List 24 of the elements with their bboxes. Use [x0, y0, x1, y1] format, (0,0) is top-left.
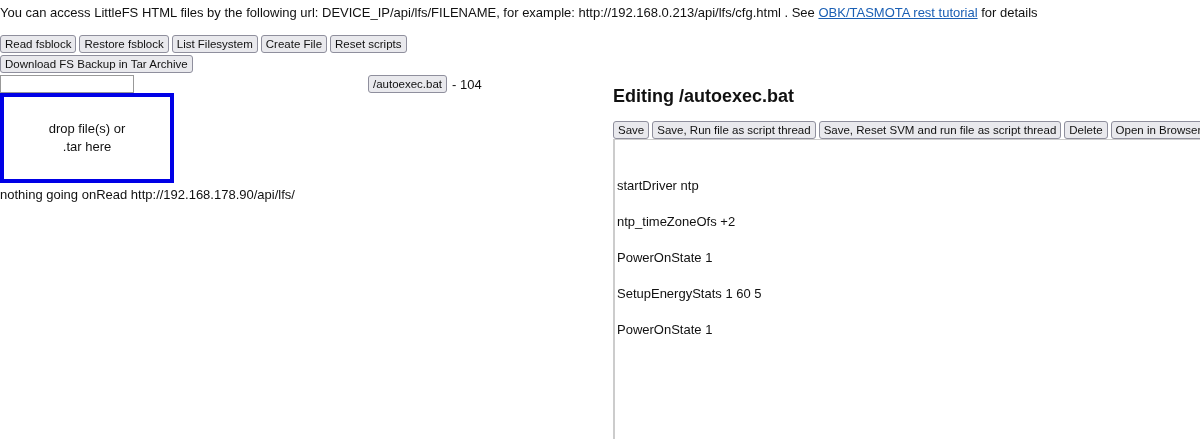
tutorial-link[interactable]: OBK/TASMOTA rest tutorial: [818, 5, 978, 20]
editor-line: ntp_timeZoneOfs +2: [617, 214, 737, 231]
toolbar-button[interactable]: Reset scripts: [330, 35, 407, 53]
input-field[interactable]: [0, 75, 134, 93]
editor-line: PowerOnState 1: [617, 250, 714, 267]
download-button[interactable]: Download FS Backup in Tar Archive: [0, 55, 193, 73]
editor-line: PowerOnState 1: [617, 322, 714, 339]
editor-button[interactable]: Save, Run file as script thread: [652, 121, 816, 139]
editor-line: SetupEnergyStats 1 60 5: [617, 286, 763, 303]
drop-zone[interactable]: drop file(s) or .tar here: [0, 93, 174, 183]
editor-field[interactable]: startDriver ntp ntp_timeZoneOfs +2 PowerOnState 1 SetupEnergyStats 1 60 5 PowerOnState 1: [613, 139, 1200, 439]
editor-button[interactable]: Save: [613, 121, 650, 139]
file-button[interactable]: /autoexec.bat: [368, 75, 448, 93]
toolbar-button[interactable]: Restore fsblock: [79, 35, 169, 53]
editor-title: Editing /autoexec.bat: [613, 85, 796, 107]
editor-button[interactable]: Save, Reset SVM and run file as script thread: [818, 121, 1062, 139]
toolbar-button[interactable]: Read fsblock: [0, 35, 77, 53]
file-size: - 104: [452, 76, 482, 92]
editor-line: startDriver ntp: [617, 178, 700, 195]
toolbar-button[interactable]: Create File: [260, 35, 328, 53]
editor-button[interactable]: Delete: [1064, 121, 1108, 139]
intro-text: You can access LittleFS HTML files by the following url: DEVICE_IP/api/lfs/FILENAME, for example: http://192.168.0.213/api/lfs/cfg.html . See OBK/TASMOTA rest tutorial for details: [0, 4, 1039, 21]
status-text: nothing going onRead http://192.168.178.90/api/lfs/: [0, 187, 296, 202]
toolbar-button[interactable]: List Filesystem: [171, 35, 258, 53]
